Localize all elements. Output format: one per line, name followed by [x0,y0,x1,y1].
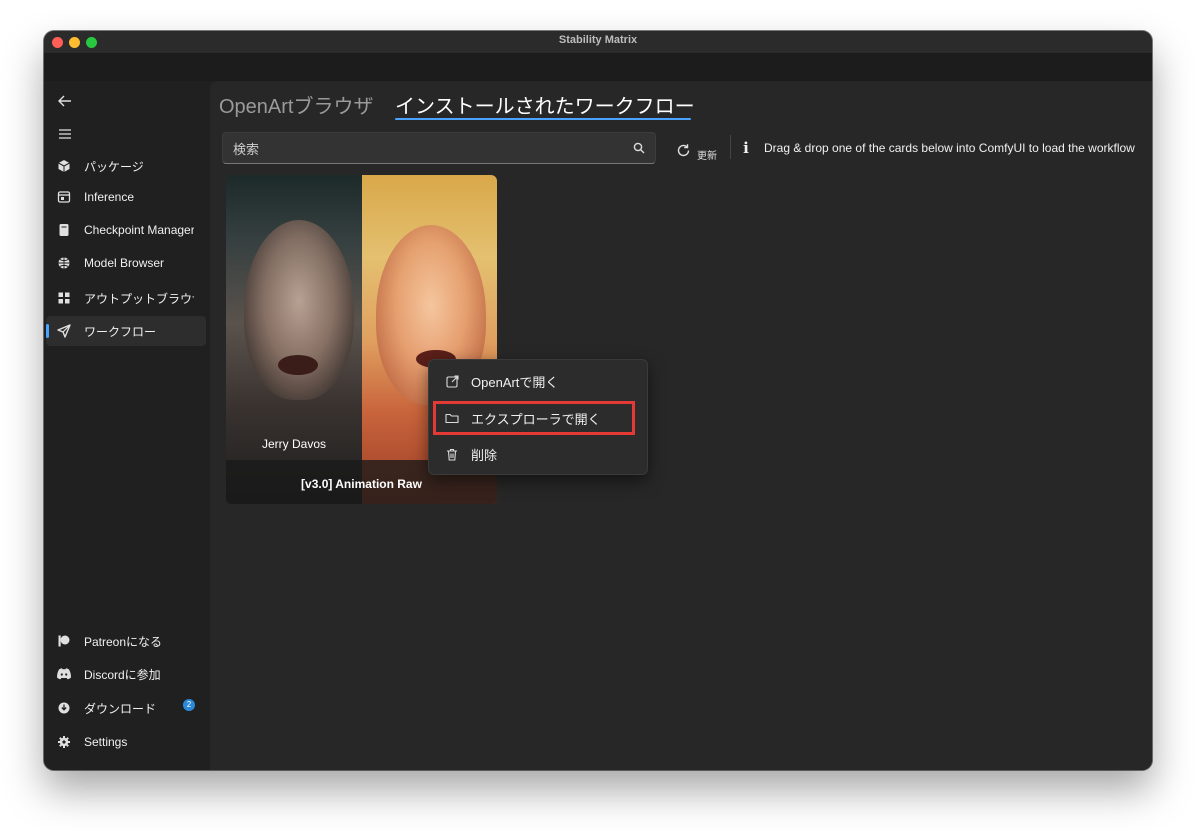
tab-openart-browser[interactable]: OpenArtブラウザ [219,90,373,119]
patreon-icon [56,633,72,649]
refresh-button[interactable]: 更新 [676,141,717,162]
card-author: Jerry Davos [261,437,326,451]
info-message: i Drag & drop one of the cards below int… [740,139,1135,157]
search-box [222,132,656,164]
main-content: OpenArtブラウザ インストールされたワークフロー 更新 i Drag & … [210,81,1152,770]
send-icon [56,323,72,339]
back-arrow-icon[interactable] [54,90,76,112]
sidebar: パッケージ Inference Checkpoint Manager Model… [44,81,210,770]
search-input[interactable] [231,138,625,160]
checkpoint-icon [56,222,72,238]
thumbnail-detail [278,355,318,375]
sidebar-item-label: Patreonになる [84,634,163,649]
title-bar: Stability Matrix [44,31,1152,54]
model-browser-icon [56,255,72,271]
toolbar-divider [730,135,731,159]
sidebar-item-checkpoint-manager[interactable]: Checkpoint Manager [46,215,206,245]
sidebar-item-discord[interactable]: Discordに参加 [46,659,206,689]
info-icon: i [743,139,749,157]
menu-item-label: 削除 [471,447,498,463]
trash-icon [445,447,459,461]
window-title: Stability Matrix [558,34,638,46]
selected-tab-underline [395,118,691,120]
search-icon[interactable] [633,141,647,155]
sidebar-item-label: アウトプットブラウザ [84,291,194,306]
sidebar-item-patreon[interactable]: Patreonになる [46,626,206,656]
sidebar-item-label: Checkpoint Manager [84,223,194,237]
tab-installed-workflows[interactable]: インストールされたワークフロー [395,90,695,119]
sidebar-item-label: ワークフロー [84,324,157,339]
discord-icon [56,666,72,682]
sidebar-item-packages[interactable]: パッケージ [46,151,206,181]
gear-icon [56,734,72,750]
download-count-badge: 2 [183,699,195,711]
menu-item-delete[interactable]: 削除 [429,437,647,471]
menu-item-label: OpenArtで開く [471,374,559,390]
sidebar-item-inference[interactable]: Inference [46,182,206,212]
hamburger-menu-icon[interactable] [54,123,76,145]
sidebar-item-label: パッケージ [84,159,144,174]
menu-item-open-in-openart[interactable]: OpenArtで開く [429,364,647,398]
sidebar-item-downloads[interactable]: ダウンロード 2 [46,693,206,723]
active-indicator [46,324,49,338]
sidebar-item-label: Discordに参加 [84,667,161,682]
grid-icon [56,290,72,306]
sidebar-item-workflows[interactable]: ワークフロー [46,316,206,346]
sidebar-item-label: Model Browser [84,256,165,270]
inference-icon [56,189,72,205]
app-window: Stability Matrix パッケージ Inference Checkpo… [44,31,1152,770]
top-strip [44,54,1152,81]
context-menu: OpenArtで開く エクスプローラで開く 削除 [428,359,648,475]
card-title: [v3.0] Animation Raw [301,477,422,491]
sidebar-item-label: Inference [84,190,135,204]
highlight-annotation-box [433,401,635,435]
info-text: Drag & drop one of the cards below into … [764,141,1135,155]
download-icon [56,700,72,716]
package-icon [56,158,72,174]
refresh-icon [676,143,691,161]
external-link-icon [445,374,459,388]
sidebar-item-label: Settings [84,735,128,749]
sidebar-item-label: ダウンロード [84,701,157,716]
sidebar-item-model-browser[interactable]: Model Browser [46,248,206,278]
sidebar-item-settings[interactable]: Settings [46,727,206,757]
sidebar-item-output-browser[interactable]: アウトプットブラウザ [46,283,206,313]
refresh-label: 更新 [697,151,717,162]
